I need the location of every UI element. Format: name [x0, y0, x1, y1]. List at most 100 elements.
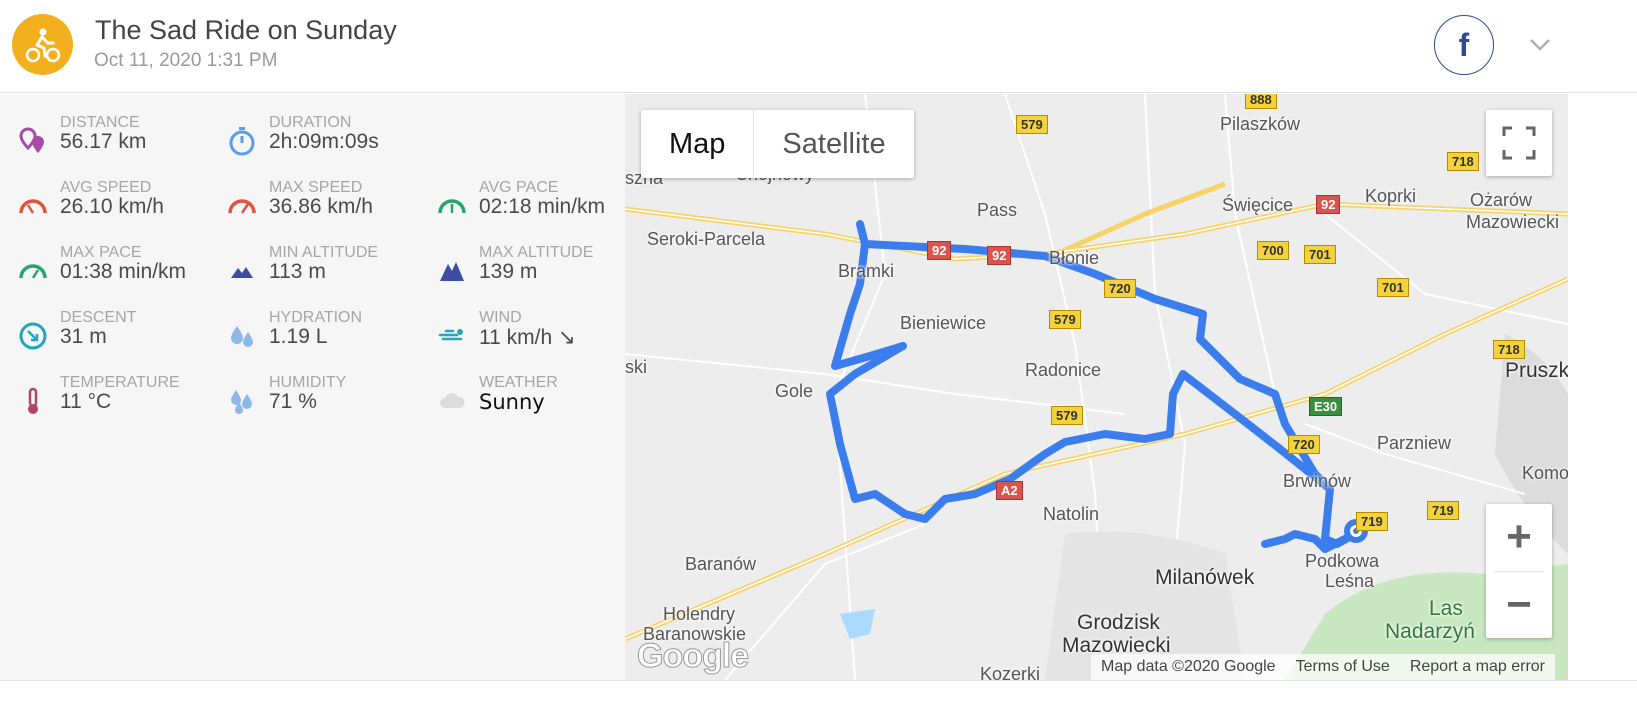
stat-value: 11 km/h ↘ — [479, 326, 576, 349]
road-shield: A2 — [996, 481, 1023, 500]
place-label: Holendry — [663, 604, 736, 624]
zoom-out-button[interactable]: − — [1486, 572, 1552, 638]
road-shield: E30 — [1309, 397, 1343, 416]
road-shield: 701 — [1304, 245, 1336, 264]
place-label: Radonice — [1025, 360, 1102, 380]
stat-temperature: TEMPERATURE 11 °C — [16, 374, 216, 424]
stats-panel: DISTANCE 56.17 km DURATION 2h:09m:09s AV… — [0, 94, 625, 680]
place-label: Ożarów — [1470, 190, 1533, 210]
fullscreen-button[interactable] — [1486, 110, 1552, 176]
stat-value: 02:18 min/km — [479, 195, 606, 218]
stat-value: Sunny — [479, 390, 545, 414]
stopwatch-icon — [225, 124, 259, 158]
descent-icon — [16, 319, 50, 353]
stat-value: 56.17 km — [60, 130, 147, 153]
road-shield: 579 — [1049, 310, 1081, 329]
stat-value: 113 m — [269, 260, 326, 283]
speedometer-icon — [16, 189, 50, 223]
stat-value: 2h:09m:09s — [269, 130, 379, 153]
road-shield: 720 — [1104, 279, 1136, 298]
zoom-control: + − — [1486, 504, 1552, 638]
place-label: Las — [1429, 597, 1463, 620]
place-label: Milanówek — [1155, 566, 1255, 589]
water-drops-icon — [225, 319, 259, 353]
place-label: Leśna — [1325, 571, 1375, 591]
place-label: Pass — [977, 200, 1018, 220]
stat-descent: DESCENT 31 m — [16, 309, 216, 359]
zoom-in-button[interactable]: + — [1486, 504, 1552, 570]
activity-title: The Sad Ride on Sunday — [95, 15, 397, 45]
terms-link[interactable]: Terms of Use — [1286, 658, 1400, 676]
place-label: Gole — [775, 381, 814, 401]
cloud-icon — [435, 384, 469, 418]
place-label: Podkowa — [1305, 551, 1380, 571]
road-shield: 92 — [987, 246, 1012, 265]
road-shield: 579 — [1016, 115, 1048, 134]
road-shield: 92 — [927, 241, 952, 260]
place-label: Święcice — [1222, 195, 1294, 215]
stat-value: 1.19 L — [269, 325, 328, 348]
stat-weather: WEATHER Sunny — [435, 374, 635, 424]
stat-distance: DISTANCE 56.17 km — [16, 114, 216, 164]
stat-value: 31 m — [60, 325, 107, 348]
place-label: Błonie — [1049, 248, 1100, 268]
stat-max-altitude: MAX ALTITUDE 139 m — [435, 244, 635, 294]
road-shield: 719 — [1356, 512, 1388, 531]
road-shield: 719 — [1427, 501, 1459, 520]
pace-gauge-icon — [16, 254, 50, 288]
road-shield: 92 — [1316, 195, 1341, 214]
thermometer-icon — [16, 384, 50, 418]
place-label: Koprki — [1365, 186, 1417, 206]
facebook-icon: f — [1458, 26, 1470, 63]
place-label: ski — [625, 357, 647, 377]
place-label: Nadarzyń — [1385, 620, 1475, 643]
pace-gauge-icon — [435, 189, 469, 223]
stat-min-altitude: MIN ALTITUDE 113 m — [225, 244, 425, 294]
road-shield: 888 — [1245, 94, 1277, 109]
stat-value: 26.10 km/h — [60, 195, 164, 218]
stat-value: 11 °C — [60, 390, 112, 413]
activity-datetime: Oct 11, 2020 1:31 PM — [94, 50, 278, 71]
facebook-share-button[interactable]: f — [1434, 15, 1494, 75]
report-error-link[interactable]: Report a map error — [1400, 658, 1555, 676]
road-shield: 579 — [1051, 406, 1083, 425]
place-label: Seroki-Parcela — [647, 229, 766, 249]
map-data-credit: Map data ©2020 Google — [1101, 658, 1276, 675]
place-label: Pruszk — [1505, 359, 1568, 382]
stat-max-speed: MAX SPEED 36.86 km/h — [225, 179, 425, 229]
bicycle-icon — [12, 14, 73, 75]
route-map[interactable]: Pilaszków Koprki Ożarów Mazowiecki Święc… — [625, 94, 1568, 680]
road-shield: 718 — [1447, 152, 1479, 171]
map-type-map-button[interactable]: Map — [641, 110, 755, 178]
stat-value: 139 m — [479, 260, 538, 283]
stat-avg-pace: AVG PACE 02:18 min/km — [435, 179, 635, 229]
place-label: Baranów — [685, 554, 757, 574]
place-label: Pilaszków — [1220, 114, 1301, 134]
bottom-strip — [0, 680, 1637, 714]
stat-wind: WIND 11 km/h ↘ — [435, 309, 635, 359]
chevron-down-icon[interactable] — [1526, 30, 1554, 58]
road-shield: 720 — [1288, 435, 1320, 454]
stat-avg-speed: AVG SPEED 26.10 km/h — [16, 179, 216, 229]
stat-duration: DURATION 2h:09m:09s — [225, 114, 425, 164]
map-type-satellite-button[interactable]: Satellite — [754, 110, 913, 178]
activity-header: The Sad Ride on Sunday Oct 11, 2020 1:31… — [0, 0, 1637, 93]
stat-value: 01:38 min/km — [60, 260, 187, 283]
stat-hydration: HYDRATION 1.19 L — [225, 309, 425, 359]
wind-icon — [435, 319, 469, 353]
mountain-icon — [435, 254, 469, 288]
road-shield: 718 — [1493, 340, 1525, 359]
place-label: Mazowiecki — [1466, 212, 1560, 232]
stat-value: 71 % — [269, 390, 317, 413]
stat-max-pace: MAX PACE 01:38 min/km — [16, 244, 216, 294]
speedometer-icon — [225, 189, 259, 223]
place-label: Komo — [1522, 463, 1568, 483]
fullscreen-icon — [1502, 126, 1536, 160]
stat-value: 36.86 km/h — [269, 195, 373, 218]
distance-pins-icon — [16, 124, 50, 158]
place-label: Bieniewice — [900, 313, 987, 333]
road-shield: 700 — [1257, 241, 1289, 260]
google-logo: Google — [636, 637, 749, 676]
place-label: Natolin — [1043, 504, 1100, 524]
place-label: Grodzisk — [1077, 611, 1160, 634]
